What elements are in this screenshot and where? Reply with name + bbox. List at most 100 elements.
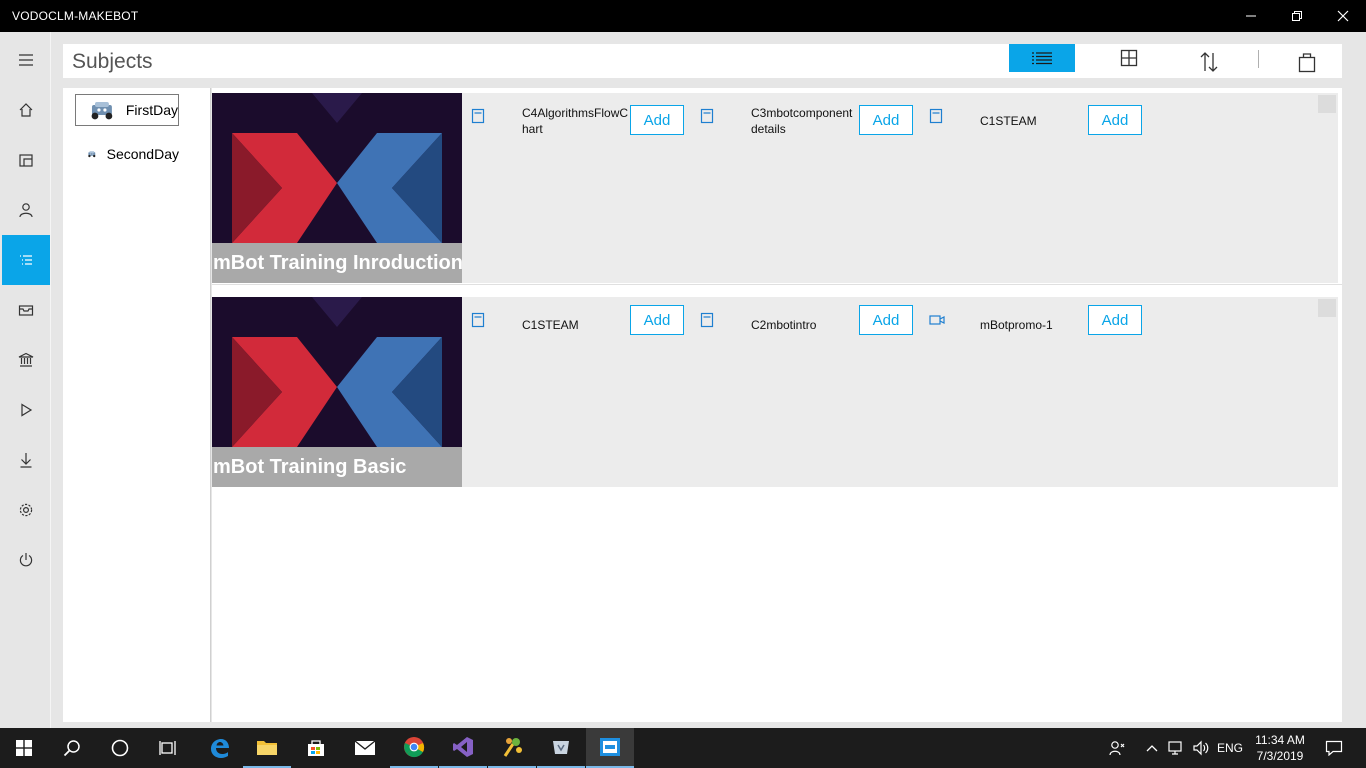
card-scrollbar[interactable] <box>1318 95 1336 113</box>
video-icon <box>928 311 946 329</box>
sort-icon <box>1200 52 1218 72</box>
document-icon <box>469 107 487 125</box>
subject-list: mBot Training Inroduction C4AlgorithmsFl… <box>212 88 1342 722</box>
resource-name: mBotpromo-1 <box>980 318 1053 332</box>
search-icon <box>63 740 80 757</box>
chevron-up-icon <box>1146 745 1158 752</box>
network-icon <box>1168 741 1182 755</box>
grid-view-button[interactable] <box>1107 44 1151 72</box>
subject-card[interactable]: mBot Training Basic C1STEAM Add C2mbotin… <box>212 297 1338 487</box>
subject-card[interactable]: mBot Training Inroduction C4AlgorithmsFl… <box>212 93 1338 283</box>
window-title: VODOCLM-MAKEBOT <box>12 9 139 23</box>
document-icon <box>469 311 487 329</box>
mail-icon <box>354 740 376 755</box>
page-title: Subjects <box>72 50 153 73</box>
add-resource-button[interactable]: Add <box>1088 105 1142 135</box>
day-item-firstday[interactable]: FirstDay <box>75 94 179 126</box>
start-button[interactable] <box>0 728 48 768</box>
resource-name: C3mbotcomponentdetails <box>751 106 853 136</box>
chrome-app[interactable] <box>390 728 438 768</box>
subject-title: mBot Training Inroduction <box>212 243 462 283</box>
document-icon <box>698 107 716 125</box>
card-scrollbar[interactable] <box>1318 299 1336 317</box>
download-icon <box>20 453 32 468</box>
title-bar: VODOCLM-MAKEBOT <box>0 0 1366 32</box>
sort-button[interactable] <box>1187 48 1231 76</box>
add-resource-button[interactable]: Add <box>859 105 913 135</box>
system-clock[interactable]: 11:34 AM 7/3/2019 <box>1250 732 1310 764</box>
nav-item-profile[interactable] <box>2 185 50 235</box>
close-button[interactable] <box>1320 0 1366 32</box>
add-resource-button[interactable]: Add <box>859 305 913 335</box>
resource-name: C4AlgorithmsFlowChart <box>522 106 629 136</box>
search-button[interactable] <box>48 728 96 768</box>
list-icon <box>20 255 32 265</box>
people-icon <box>1109 741 1125 756</box>
visual-studio-icon <box>453 737 473 757</box>
home-icon <box>19 103 33 117</box>
minimize-button[interactable] <box>1228 0 1274 32</box>
document-icon <box>927 107 945 125</box>
resource-name: C1STEAM <box>980 114 1037 128</box>
clock-date: 7/3/2019 <box>1256 749 1304 763</box>
nav-item-settings[interactable] <box>2 485 50 535</box>
page-header: Subjects <box>63 44 1342 78</box>
list-view-icon <box>1032 52 1052 65</box>
nav-item-home[interactable] <box>2 85 50 135</box>
grid-view-icon <box>1120 49 1138 67</box>
file-explorer-app[interactable] <box>243 728 291 768</box>
language-indicator[interactable]: ENG <box>1214 728 1246 768</box>
notification-icon <box>1325 740 1343 756</box>
day-item-secondday[interactable]: SecondDay <box>75 138 179 170</box>
makebot-app[interactable] <box>586 728 634 768</box>
nav-item-library[interactable] <box>2 135 50 185</box>
hamburger-icon <box>19 54 33 66</box>
subject-thumbnail: mBot Training Inroduction <box>212 93 462 283</box>
volume-button[interactable] <box>1190 728 1212 768</box>
menu-button[interactable] <box>2 35 50 85</box>
store-icon <box>308 740 324 756</box>
subject-thumbnail: mBot Training Basic <box>212 297 462 487</box>
day-label: SecondDay <box>106 146 179 162</box>
add-resource-button[interactable]: Add <box>1088 305 1142 335</box>
nav-item-downloads[interactable] <box>2 435 50 485</box>
close-icon <box>1337 10 1349 22</box>
visual-studio-app[interactable] <box>439 728 487 768</box>
tool-app-icon <box>553 741 569 754</box>
bag-button[interactable] <box>1285 48 1329 76</box>
task-view-button[interactable] <box>144 728 192 768</box>
nav-item-institution[interactable] <box>2 335 50 385</box>
add-resource-button[interactable]: Add <box>630 305 684 335</box>
people-button[interactable] <box>1105 728 1129 768</box>
add-resource-button[interactable]: Add <box>630 105 684 135</box>
edge-app[interactable] <box>195 728 243 768</box>
network-button[interactable] <box>1166 728 1188 768</box>
action-center-button[interactable] <box>1320 728 1348 768</box>
subject-title: mBot Training Basic <box>212 447 462 487</box>
restore-button[interactable] <box>1274 0 1320 32</box>
subject-divider <box>212 284 1342 285</box>
nav-item-power[interactable] <box>2 535 50 585</box>
power-icon <box>19 553 33 567</box>
nav-item-subjects[interactable] <box>2 235 50 285</box>
nav-item-play[interactable] <box>2 385 50 435</box>
resource-name: C1STEAM <box>522 318 579 332</box>
mail-app[interactable] <box>341 728 389 768</box>
edge-icon <box>211 739 229 758</box>
tool-app[interactable] <box>537 728 585 768</box>
library-icon <box>19 154 33 167</box>
bag-icon <box>1298 53 1316 73</box>
show-hidden-icons-button[interactable] <box>1142 728 1162 768</box>
day-list: FirstDay SecondDay <box>63 88 211 722</box>
store-app[interactable] <box>292 728 340 768</box>
nav-item-inbox[interactable] <box>2 285 50 335</box>
list-view-button[interactable] <box>1009 44 1075 72</box>
inbox-icon <box>18 305 34 316</box>
play-icon <box>21 403 33 417</box>
paint-app[interactable] <box>488 728 536 768</box>
cortana-button[interactable] <box>96 728 144 768</box>
gear-icon <box>19 503 33 517</box>
volume-icon <box>1193 740 1209 756</box>
makebot-app-icon <box>600 738 620 756</box>
cortana-icon <box>111 739 129 757</box>
